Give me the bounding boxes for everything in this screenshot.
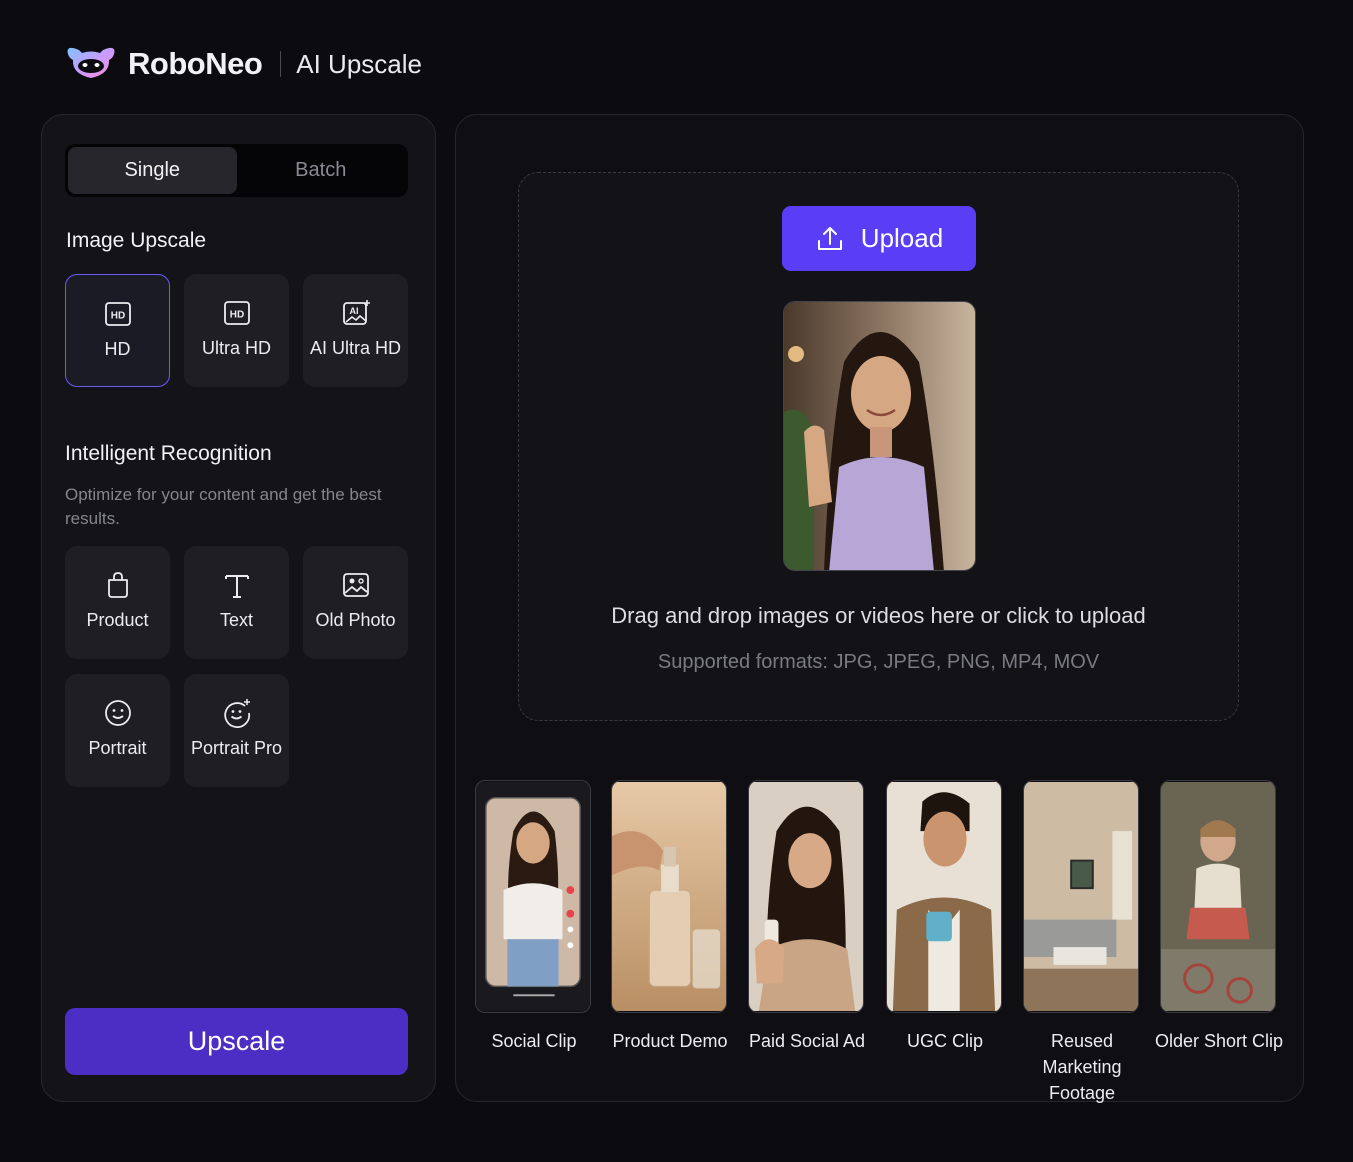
sample-reused-marketing-footage[interactable]: Reused Marketing Footage — [1023, 780, 1141, 1106]
recognition-portrait[interactable]: Portrait — [65, 674, 170, 787]
header-divider — [280, 51, 282, 77]
svg-text:AI: AI — [349, 306, 358, 316]
photo-icon — [341, 570, 371, 600]
upscale-button[interactable]: Upscale — [65, 1008, 408, 1075]
svg-text:HD: HD — [229, 310, 243, 321]
shopping-bag-icon — [103, 570, 133, 600]
sample-product-demo[interactable]: Product Demo — [611, 780, 729, 1054]
sample-thumbnail — [1160, 780, 1276, 1013]
sparkle-face-icon — [222, 698, 252, 728]
upload-label: Upload — [860, 223, 944, 253]
option-label: AI Ultra HD — [309, 338, 401, 358]
option-hd[interactable]: HD HD — [65, 274, 170, 387]
option-ultra-hd[interactable]: HD Ultra HD — [184, 274, 289, 387]
app-header: RoboNeo AI Upscale — [64, 40, 422, 88]
option-label: Text — [219, 610, 253, 630]
sample-ugc-clip[interactable]: UGC Clip — [886, 780, 1004, 1054]
supported-formats: Supported formats: JPG, JPEG, PNG, MP4, … — [657, 651, 1100, 673]
hd-icon: HD — [103, 299, 133, 329]
drop-instructions: Drag and drop images or videos here or c… — [611, 603, 1146, 628]
tab-single[interactable]: Single — [68, 147, 237, 194]
recognition-text[interactable]: Text — [184, 546, 289, 659]
mode-toggle: Single Batch — [65, 144, 408, 197]
recognition-portrait-pro[interactable]: Portrait Pro — [184, 674, 289, 787]
option-label: Ultra HD — [201, 338, 271, 358]
ai-image-icon: AI — [341, 298, 371, 328]
recognition-description: Optimize for your content and get the be… — [65, 485, 382, 528]
sample-paid-social-ad[interactable]: Paid Social Ad — [748, 780, 866, 1054]
drop-zone[interactable]: Upload Drag and drop images or videos he… — [518, 172, 1239, 721]
option-label: Portrait Pro — [190, 738, 283, 758]
sample-thumbnail — [886, 780, 1002, 1013]
option-label: Product — [86, 610, 149, 630]
hd-icon: HD — [222, 298, 252, 328]
tab-batch[interactable]: Batch — [237, 147, 406, 194]
option-ai-ultra-hd[interactable]: AI AI Ultra HD — [303, 274, 408, 387]
option-label: HD — [104, 339, 131, 359]
sample-label: Older Short Clip — [1154, 1031, 1284, 1051]
sample-thumbnail — [475, 780, 591, 1013]
upload-panel: Upload Drag and drop images or videos he… — [455, 114, 1304, 1103]
sample-label: UGC Clip — [906, 1031, 983, 1051]
sample-thumbnail — [1023, 780, 1139, 1013]
recognition-title: Intelligent Recognition — [65, 442, 272, 465]
recognition-old-photo[interactable]: Old Photo — [303, 546, 408, 659]
sample-label: Product Demo — [612, 1031, 728, 1051]
sample-older-short-clip[interactable]: Older Short Clip — [1155, 780, 1283, 1054]
brand-name: RoboNeo — [128, 46, 263, 81]
option-label: Old Photo — [315, 610, 396, 630]
text-icon — [222, 570, 252, 600]
svg-text:HD: HD — [110, 311, 124, 322]
smile-face-icon — [103, 698, 133, 728]
upload-button[interactable]: Upload — [782, 206, 976, 271]
settings-panel: Single Batch Image Upscale HD HD HD Ultr… — [41, 114, 436, 1102]
sample-label: Paid Social Ad — [748, 1031, 866, 1051]
image-upscale-title: Image Upscale — [66, 229, 207, 252]
recognition-product[interactable]: Product — [65, 546, 170, 659]
product-title: AI Upscale — [296, 48, 422, 79]
upload-icon — [817, 226, 842, 250]
sample-thumbnail — [611, 780, 727, 1013]
sample-thumbnail — [748, 780, 864, 1013]
option-label: Portrait — [88, 738, 147, 758]
sample-label: Social Clip — [491, 1031, 577, 1051]
preview-image — [783, 301, 976, 571]
sample-label: Reused Marketing Footage — [1042, 1031, 1122, 1103]
roboneo-logo-icon — [67, 47, 115, 78]
sample-social-clip[interactable]: Social Clip — [475, 780, 593, 1054]
